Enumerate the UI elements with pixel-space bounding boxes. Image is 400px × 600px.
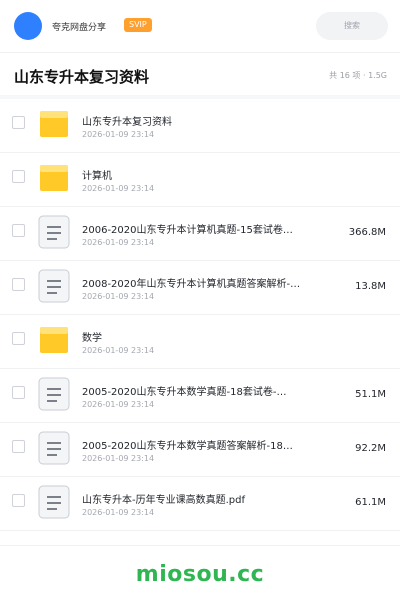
row-checkbox[interactable] bbox=[12, 170, 25, 183]
row-checkbox[interactable] bbox=[12, 224, 25, 237]
item-size: 51.1M bbox=[355, 389, 386, 400]
item-name: 2008-2020年山东专升本计算机真题答案解析-… bbox=[82, 279, 301, 290]
item-name: 山东专升本复习资料 bbox=[82, 117, 172, 128]
document-icon bbox=[38, 431, 70, 465]
file-row[interactable]: 2006-2020山东专升本计算机真题-15套试卷… 2026-01-09 23:… bbox=[0, 207, 400, 261]
item-date: 2026-01-09 23:14 bbox=[82, 238, 155, 247]
item-name: 数学 bbox=[82, 333, 102, 344]
page-title: 山东专升本复习资料 bbox=[14, 68, 150, 86]
item-date: 2026-01-09 23:14 bbox=[82, 292, 155, 301]
item-name: 山东专升本-历年专业课高数真题.pdf bbox=[82, 495, 246, 506]
search-button[interactable]: 搜索 bbox=[316, 12, 388, 40]
file-row[interactable]: 2008-2020年山东专升本计算机真题答案解析-… 2026-01-09 23:… bbox=[0, 261, 400, 315]
file-row[interactable]: 2005-2020山东专升本数学真题答案解析-18… 2026-01-09 23:… bbox=[0, 423, 400, 477]
document-icon bbox=[38, 269, 70, 303]
watermark: miosou.cc bbox=[135, 562, 265, 587]
item-date: 2026-01-09 23:14 bbox=[82, 454, 155, 463]
item-name: 2005-2020山东专升本数学真题答案解析-18… bbox=[82, 441, 293, 452]
folder-icon bbox=[38, 109, 70, 139]
folder-row[interactable]: 数学 2026-01-09 23:14 bbox=[0, 315, 400, 369]
document-icon bbox=[38, 377, 70, 411]
document-icon bbox=[38, 485, 70, 519]
folder-summary: 共 16 项 · 1.5G bbox=[329, 71, 387, 80]
avatar[interactable] bbox=[14, 12, 42, 40]
row-checkbox[interactable] bbox=[12, 332, 25, 345]
row-checkbox[interactable] bbox=[12, 494, 25, 507]
item-date: 2026-01-09 23:14 bbox=[82, 346, 155, 355]
sharer-name: 夸克网盘分享 bbox=[52, 23, 107, 33]
item-size: 61.1M bbox=[355, 497, 386, 508]
item-size: 13.8M bbox=[355, 281, 386, 292]
divider bbox=[0, 545, 400, 546]
row-checkbox[interactable] bbox=[12, 278, 25, 291]
item-date: 2026-01-09 23:14 bbox=[82, 400, 155, 409]
item-date: 2026-01-09 23:14 bbox=[82, 130, 155, 139]
folder-header: 山东专升本复习资料 共 16 项 · 1.5G bbox=[0, 53, 400, 95]
row-checkbox[interactable] bbox=[12, 116, 25, 129]
file-list: 山东专升本复习资料 2026-01-09 23:14 计算机 2026-01-09 2… bbox=[0, 99, 400, 531]
folder-icon bbox=[38, 325, 70, 355]
folder-row[interactable]: 山东专升本复习资料 2026-01-09 23:14 bbox=[0, 99, 400, 153]
file-row[interactable]: 山东专升本-历年专业课高数真题.pdf 2026-01-09 23:14 61.1M bbox=[0, 477, 400, 531]
item-date: 2026-01-09 23:14 bbox=[82, 508, 155, 517]
svip-badge: SVIP bbox=[124, 18, 152, 32]
file-row[interactable]: 2005-2020山东专升本数学真题-18套试卷-… 2026-01-09 23:… bbox=[0, 369, 400, 423]
item-name: 2006-2020山东专升本计算机真题-15套试卷… bbox=[82, 225, 293, 236]
item-name: 计算机 bbox=[82, 171, 112, 182]
document-icon bbox=[38, 215, 70, 249]
folder-row[interactable]: 计算机 2026-01-09 23:14 bbox=[0, 153, 400, 207]
item-size: 92.2M bbox=[355, 443, 386, 454]
folder-icon bbox=[38, 163, 70, 193]
item-size: 366.8M bbox=[348, 227, 386, 238]
top-bar: 夸克网盘分享 SVIP 搜索 bbox=[0, 0, 400, 52]
item-name: 2005-2020山东专升本数学真题-18套试卷-… bbox=[82, 387, 287, 398]
item-date: 2026-01-09 23:14 bbox=[82, 184, 155, 193]
row-checkbox[interactable] bbox=[12, 440, 25, 453]
row-checkbox[interactable] bbox=[12, 386, 25, 399]
